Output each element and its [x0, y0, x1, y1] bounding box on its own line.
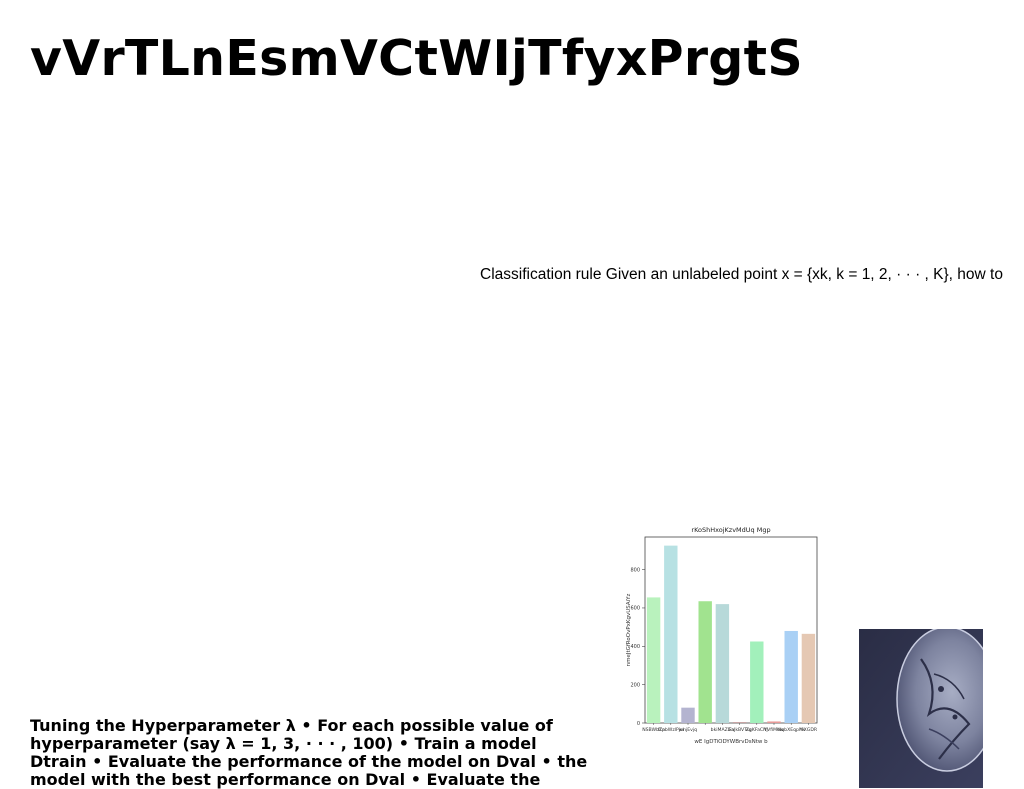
- classification-rule-text: Classification rule Given an unlabeled p…: [480, 266, 1003, 283]
- chart-bar: [732, 722, 747, 723]
- bar-chart-figure: rKoShHxojKzvMdUq Mgp 0 200 400 600 800 NSBWb…: [620, 520, 830, 750]
- chart-x-axis: NSBWbZafLpbWzlPwljnnjEvjq bkiMAZGaiFaJkBV…: [642, 723, 818, 733]
- chart-bars: [646, 545, 816, 723]
- chart-bar: [767, 721, 781, 723]
- chart-y-label: nmeJtGfRoOvPxKgvUSAiYz: [626, 593, 632, 666]
- slide-title: vVrTLnEsmVCtWIjTfyxPrgtS: [30, 30, 803, 87]
- y-tick-label: 800: [630, 567, 640, 573]
- chart-x-label: wE IgDTiODYWBrvDsNtw b: [694, 739, 768, 745]
- chart-y-axis: 0200400600800: [630, 567, 645, 727]
- x-tick-label: YiXGDR: [799, 727, 818, 733]
- mirror-photo: [859, 629, 983, 788]
- chart-bar: [646, 597, 661, 723]
- chart-bar: [715, 604, 730, 723]
- chart-bar: [664, 545, 678, 723]
- chart-bar: [681, 707, 695, 723]
- chart-bar: [784, 630, 798, 723]
- x-tick-label: jnnjEvjq: [678, 727, 697, 733]
- hyperparameter-tuning-text: Tuning the Hyperparameter λ • For each p…: [30, 716, 588, 789]
- chart-bar: [750, 641, 764, 723]
- y-tick-label: 0: [637, 721, 640, 727]
- y-tick-label: 200: [630, 682, 640, 688]
- chart-bar: [801, 633, 816, 723]
- chart-bar: [698, 601, 712, 723]
- bar-chart: rKoShHxojKzvMdUq Mgp 0200400600800 NSBWb…: [626, 526, 818, 745]
- chart-title: rKoShHxojKzvMdUq Mgp: [691, 526, 770, 534]
